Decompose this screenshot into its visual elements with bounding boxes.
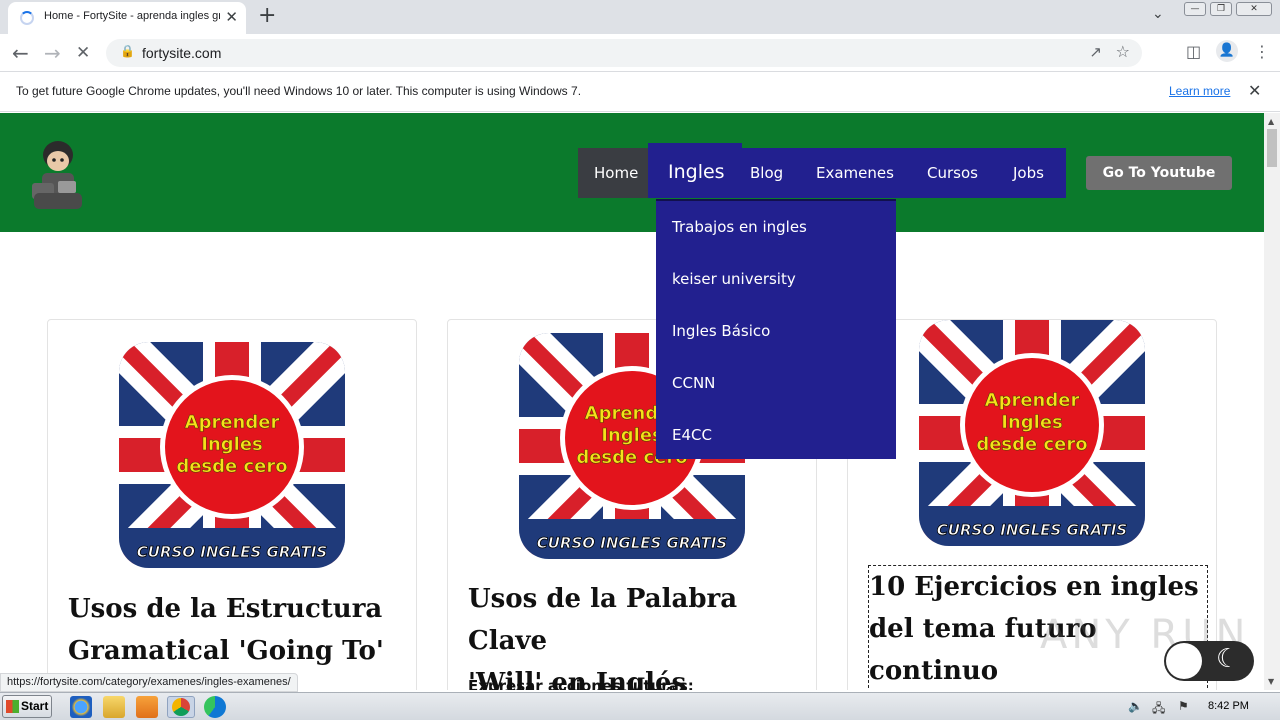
url-text[interactable]: fortysite.com: [142, 45, 221, 61]
thumb-caption: CURSO INGLES GRATIS: [937, 521, 1127, 539]
edge-icon[interactable]: [204, 696, 226, 718]
start-label: Start: [21, 699, 49, 713]
taskbar-clock[interactable]: 8:42 PM: [1208, 700, 1249, 712]
nav-cursos[interactable]: Cursos: [927, 164, 978, 182]
moon-icon: ☾: [1216, 644, 1240, 674]
post-card[interactable]: Aprender Ingles desde cero CURSO INGLES …: [47, 319, 417, 690]
nav-ingles[interactable]: Ingles: [668, 161, 725, 183]
restore-button[interactable]: ❐: [1210, 2, 1232, 16]
thumb-line-1: Aprender: [185, 412, 280, 433]
dropdown-item-ingles-basico[interactable]: Ingles Básico: [672, 322, 770, 340]
page-scrollbar[interactable]: ▲ ▼: [1264, 113, 1280, 690]
close-window-button[interactable]: ✕: [1236, 2, 1272, 16]
explorer-folder-icon[interactable]: [103, 696, 125, 718]
side-panel-icon[interactable]: ◫: [1186, 42, 1201, 61]
windows-taskbar: Start 🔈 🖧 ⚑ 8:42 PM: [0, 692, 1280, 720]
thumb-line-1: Aprender: [985, 390, 1080, 411]
nav-examenes[interactable]: Examenes: [816, 164, 894, 182]
windows-flag-icon: [6, 700, 19, 713]
internet-explorer-icon[interactable]: [70, 696, 92, 718]
infobar-close-icon[interactable]: ✕: [1248, 81, 1261, 100]
tab-active[interactable]: Home - FortySite - aprenda ingles gr ✕: [8, 2, 246, 34]
scroll-down-arrow-icon[interactable]: ▼: [1268, 677, 1274, 686]
post-title-line[interactable]: 10 Ejercicios en ingles: [869, 566, 1207, 608]
thumb-line-2: Ingles: [601, 425, 663, 446]
chrome-icon: [172, 698, 190, 716]
stop-loading-icon[interactable]: ✕: [76, 43, 90, 63]
site-logo[interactable]: [28, 135, 88, 213]
thumb-line-3: desde cero: [976, 434, 1087, 455]
learn-more-link[interactable]: Learn more: [1169, 84, 1230, 98]
post-thumbnail[interactable]: Aprender Ingles desde cero CURSO INGLES …: [919, 320, 1145, 546]
media-player-icon[interactable]: [136, 696, 158, 718]
thumb-line-3: desde cero: [176, 456, 287, 477]
tab-strip: Home - FortySite - aprenda ingles gr ✕ +…: [0, 0, 1280, 34]
tab-search-chevron-icon[interactable]: ⌄: [1152, 6, 1164, 22]
menu-kebab-icon[interactable]: ⋮: [1254, 42, 1270, 61]
chrome-taskbar-button[interactable]: [167, 696, 195, 718]
lock-icon[interactable]: 🔒: [120, 44, 135, 58]
start-button[interactable]: Start: [2, 695, 52, 718]
post-excerpt: Expresar acciones futuras:: [468, 677, 694, 690]
ingles-dropdown-menu: Trabajos en ingles keiser university Ing…: [656, 199, 896, 459]
tab-close-icon[interactable]: ✕: [225, 8, 238, 26]
post-title[interactable]: Usos de la Palabra Clave 'Will' en Inglé…: [468, 578, 808, 690]
infobar-message: To get future Google Chrome updates, you…: [16, 84, 582, 98]
back-arrow-icon[interactable]: ←: [12, 41, 29, 65]
address-bar[interactable]: 🔒 fortysite.com ↗ ☆: [106, 39, 1142, 67]
youtube-button[interactable]: Go To Youtube: [1086, 156, 1232, 190]
dropdown-item-keiser[interactable]: keiser university: [672, 270, 796, 288]
forward-arrow-icon[interactable]: →: [44, 41, 61, 65]
profile-avatar-icon[interactable]: 👤: [1216, 40, 1238, 62]
post-title-line[interactable]: Usos de la Palabra Clave: [468, 578, 808, 662]
post-title-line[interactable]: Usos de la Estructura: [68, 588, 408, 630]
share-icon[interactable]: ↗: [1089, 43, 1102, 61]
dropdown-item-e4cc[interactable]: E4CC: [672, 426, 712, 444]
thumb-caption: CURSO INGLES GRATIS: [137, 543, 327, 561]
tab-title: Home - FortySite - aprenda ingles gr: [44, 10, 220, 22]
minimize-button[interactable]: —: [1184, 2, 1206, 16]
main-nav: Home Ingles Blog Examenes Cursos Jobs: [578, 143, 1066, 198]
browser-toolbar: ← → ✕ 🔒 fortysite.com ↗ ☆ ◫ 👤 ⋮: [0, 34, 1280, 72]
dark-mode-toggle[interactable]: ☾: [1164, 641, 1254, 681]
network-icon[interactable]: 🖧: [1152, 699, 1165, 720]
toggle-knob: [1166, 643, 1202, 679]
update-infobar: To get future Google Chrome updates, you…: [0, 72, 1280, 112]
nav-jobs[interactable]: Jobs: [1013, 164, 1044, 182]
status-bubble-url: https://fortysite.com/category/examenes/…: [0, 673, 298, 692]
volume-icon[interactable]: 🔈: [1128, 699, 1143, 713]
nav-blog[interactable]: Blog: [750, 164, 783, 182]
bookmark-star-icon[interactable]: ☆: [1116, 42, 1130, 61]
nav-home[interactable]: Home: [594, 164, 638, 182]
dropdown-item-ccnn[interactable]: CCNN: [672, 374, 715, 392]
scroll-up-arrow-icon[interactable]: ▲: [1268, 117, 1274, 126]
thumb-line-2: Ingles: [201, 434, 263, 455]
thumb-line-2: Ingles: [1001, 412, 1063, 433]
action-center-flag-icon[interactable]: ⚑: [1178, 699, 1189, 713]
site-header: Home Ingles Blog Examenes Cursos Jobs Go…: [0, 113, 1264, 232]
thumb-caption: CURSO INGLES GRATIS: [537, 534, 727, 552]
dropdown-item-trabajos[interactable]: Trabajos en ingles: [672, 218, 807, 236]
scrollbar-thumb[interactable]: [1267, 129, 1277, 167]
loading-spinner-icon: [20, 11, 34, 25]
new-tab-button[interactable]: +: [258, 3, 276, 28]
page-viewport: Home Ingles Blog Examenes Cursos Jobs Go…: [0, 113, 1264, 690]
post-thumbnail[interactable]: Aprender Ingles desde cero CURSO INGLES …: [119, 342, 345, 568]
